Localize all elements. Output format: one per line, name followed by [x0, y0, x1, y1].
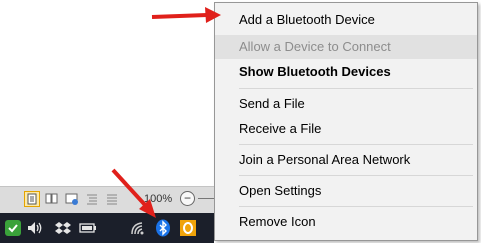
full-screen-reading-view-icon[interactable] [44, 191, 60, 207]
menu-item-allow-device-to-connect: Allow a Device to Connect [215, 35, 477, 59]
menu-separator [239, 206, 473, 207]
menu-separator [239, 175, 473, 176]
document-status-bar: 100% − [0, 186, 214, 213]
web-layout-view-icon[interactable] [64, 191, 80, 207]
menu-item-open-settings[interactable]: Open Settings [215, 179, 477, 203]
dropbox-icon[interactable] [54, 219, 72, 237]
print-layout-view-icon[interactable] [24, 191, 40, 207]
battery-icon[interactable] [79, 219, 97, 237]
menu-item-add-bluetooth-device[interactable]: Add a Bluetooth Device [215, 8, 477, 32]
draft-view-icon[interactable] [104, 191, 120, 207]
shield-check-icon[interactable] [4, 219, 22, 237]
red-arrow-to-add-device [151, 7, 221, 23]
outline-view-icon[interactable] [84, 191, 100, 207]
menu-item-receive-a-file[interactable]: Receive a File [215, 117, 477, 141]
zoom-out-button[interactable]: − [180, 191, 195, 206]
zoom-level[interactable]: 100% [144, 193, 172, 205]
menu-item-send-a-file[interactable]: Send a File [215, 92, 477, 116]
outlook-icon[interactable] [179, 219, 197, 237]
zoom-slider[interactable] [198, 198, 214, 199]
wifi-icon[interactable] [129, 219, 147, 237]
menu-item-show-bluetooth-devices[interactable]: Show Bluetooth Devices [215, 60, 477, 84]
menu-item-remove-icon[interactable]: Remove Icon [215, 210, 477, 234]
system-tray [0, 213, 214, 243]
volume-icon[interactable] [26, 219, 44, 237]
bluetooth-context-menu: Add a Bluetooth Device Allow a Device to… [214, 2, 478, 241]
menu-item-join-personal-area-network[interactable]: Join a Personal Area Network [215, 148, 477, 172]
menu-separator [239, 144, 473, 145]
menu-separator [239, 88, 473, 89]
bluetooth-icon[interactable] [154, 219, 172, 237]
